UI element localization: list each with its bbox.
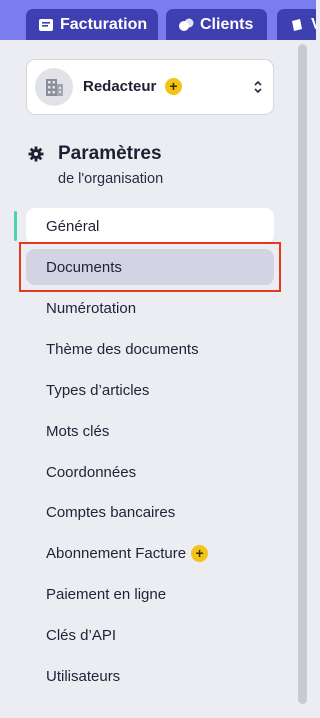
menu-item-types-articles[interactable]: Types d’articles — [26, 372, 274, 408]
menu-item-theme[interactable]: Thème des documents — [26, 331, 274, 367]
page-subtitle: de l'organisation — [58, 171, 164, 187]
premium-badge: + — [165, 78, 182, 95]
menu-item-mots-cles[interactable]: Mots clés — [26, 413, 274, 449]
organization-selector[interactable]: Redacteur — [26, 59, 274, 115]
document-icon — [39, 18, 53, 31]
users-icon — [179, 18, 194, 31]
page-title: Paramètres — [58, 143, 162, 164]
tab-facturation[interactable]: Facturation — [26, 9, 158, 40]
menu-item-numerotation[interactable]: Numérotation — [26, 290, 274, 326]
menu-item-label: Comptes bancaires — [46, 503, 176, 521]
chevron-up-down-icon — [254, 80, 262, 94]
menu-item-label: Coordonnées — [46, 463, 137, 481]
tab-partial[interactable]: V — [277, 9, 316, 40]
scrollbar-thumb[interactable] — [298, 44, 307, 704]
avatar — [35, 68, 73, 106]
menu-item-label: Numérotation — [46, 299, 137, 317]
cube-icon — [292, 18, 302, 31]
top-nav: Facturation Clients V — [0, 0, 316, 40]
menu-item-label: Types d’articles — [46, 381, 150, 399]
premium-badge: + — [191, 544, 209, 562]
building-icon — [46, 79, 63, 96]
gear-icon — [28, 146, 44, 162]
menu-item-abonnement[interactable]: Abonnement Facture + — [26, 535, 274, 571]
menu-item-label: Abonnement Facture — [46, 544, 187, 562]
tab-facturation-label: Facturation — [60, 15, 148, 33]
menu-item-label: Paiement en ligne — [46, 585, 167, 603]
tab-clients-label: Clients — [200, 15, 254, 33]
menu-item-documents[interactable]: Documents — [26, 249, 274, 285]
menu-item-label: Clés d’API — [46, 626, 117, 644]
menu-item-general[interactable]: Général — [14, 208, 274, 244]
organization-name: Redacteur — [83, 78, 157, 95]
menu-item-comptes-bancaires[interactable]: Comptes bancaires — [26, 494, 274, 530]
menu-item-label: Mots clés — [46, 422, 110, 440]
menu-item-coordonnees[interactable]: Coordonnées — [26, 454, 274, 490]
menu-item-label: Utilisateurs — [46, 667, 121, 685]
menu-item-cles-api[interactable]: Clés d’API — [26, 617, 274, 653]
menu-item-utilisateurs[interactable]: Utilisateurs — [26, 658, 274, 694]
menu-item-label: Documents — [46, 258, 122, 276]
tab-partial-label: V — [311, 16, 316, 34]
menu-item-label: Thème des documents — [46, 340, 199, 358]
menu-item-label: Général — [46, 217, 100, 235]
tab-clients[interactable]: Clients — [166, 9, 267, 40]
menu-item-paiement[interactable]: Paiement en ligne — [26, 576, 274, 612]
